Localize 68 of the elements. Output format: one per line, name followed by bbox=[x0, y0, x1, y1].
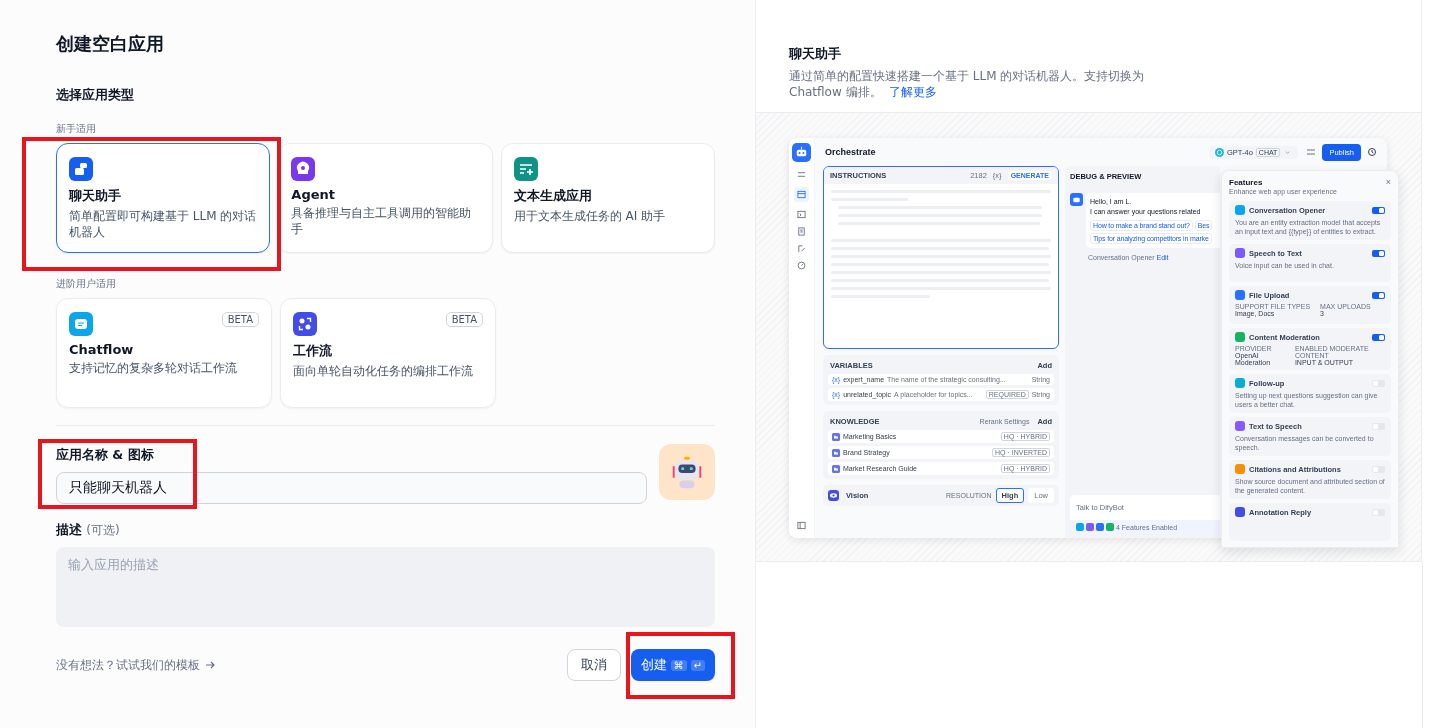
gauge-icon[interactable] bbox=[797, 261, 806, 270]
settings-icon[interactable] bbox=[1306, 147, 1317, 157]
group-label: 新手适用 bbox=[56, 122, 97, 136]
app-name-field[interactable]: 只能聊天机器人 bbox=[56, 472, 647, 504]
card-description: 具备推理与自主工具调用的智能助手 bbox=[291, 205, 473, 237]
app-icon-button[interactable] bbox=[659, 444, 715, 500]
optional-hint: (可选) bbox=[86, 523, 120, 537]
card-title: 聊天助手 bbox=[69, 187, 122, 205]
folder-icon bbox=[832, 448, 840, 457]
info-description: 通过简单的配置快速搭建一个基于 LLM 的对话机器人。支持切换为 Chatflow 编排。 了解更多 bbox=[789, 68, 1146, 100]
feature-toggle[interactable] bbox=[1372, 249, 1385, 257]
beta-badge: BETA bbox=[221, 312, 259, 327]
eye-icon bbox=[828, 490, 839, 501]
feature-toggle[interactable] bbox=[1372, 379, 1385, 387]
feature-toggle[interactable] bbox=[1372, 291, 1385, 299]
app-type-card[interactable]: 文本生成应用 用于文本生成任务的 AI 助手 bbox=[500, 143, 715, 253]
shortcut-key: ⌘ bbox=[670, 659, 687, 671]
sliders-icon[interactable] bbox=[797, 170, 806, 179]
field-label: 描述 bbox=[56, 522, 82, 537]
card-description: 面向单轮自动化任务的编排工作流 bbox=[293, 363, 474, 379]
card-title: Chatflow bbox=[69, 342, 135, 357]
history-icon[interactable] bbox=[1367, 147, 1377, 157]
page-title: 创建空白应用 bbox=[56, 32, 165, 56]
model-logo-icon bbox=[1215, 147, 1224, 157]
template-link[interactable]: 没有想法？试试我们的模板 bbox=[56, 656, 216, 674]
edit-icon[interactable] bbox=[797, 244, 806, 253]
cancel-button[interactable]: 取消 bbox=[566, 649, 621, 681]
feature-toggle[interactable] bbox=[1372, 422, 1385, 430]
robot-logo-icon bbox=[792, 143, 811, 162]
beta-badge: BETA bbox=[445, 312, 483, 327]
folder-icon bbox=[832, 464, 840, 473]
feature-toggle[interactable] bbox=[1372, 206, 1385, 214]
card-title: Agent bbox=[291, 187, 336, 202]
feature-toggle[interactable] bbox=[1372, 465, 1385, 473]
field-label: 应用名称 & 图标 bbox=[56, 447, 155, 464]
card-title: 工作流 bbox=[293, 342, 333, 360]
card-description: 简单配置即可构建基于 LLM 的对话机器人 bbox=[69, 208, 258, 240]
create-button[interactable]: 创建 ⌘ ↵ bbox=[630, 649, 715, 681]
feature-toggle[interactable] bbox=[1372, 333, 1385, 341]
description-field[interactable]: 输入应用的描述 bbox=[56, 547, 715, 627]
app-type-card[interactable]: BETA 工作流 面向单轮自动化任务的编排工作流 bbox=[280, 298, 496, 408]
chat-type-icon bbox=[69, 157, 93, 181]
document-icon[interactable] bbox=[797, 227, 806, 236]
chatflow-type-icon bbox=[69, 312, 93, 336]
folder-icon bbox=[832, 432, 840, 441]
info-title: 聊天助手 bbox=[789, 45, 842, 63]
app-type-card[interactable]: BETA Chatflow 支持记忆的复杂多轮对话工作流 bbox=[56, 298, 272, 408]
agent-type-icon bbox=[291, 157, 316, 181]
group-label: 进阶用户适用 bbox=[56, 277, 117, 291]
section-label: 选择应用类型 bbox=[56, 86, 135, 104]
card-title: 文本生成应用 bbox=[513, 187, 593, 205]
window-icon[interactable] bbox=[794, 187, 809, 202]
shortcut-key: ↵ bbox=[690, 659, 705, 671]
app-type-card[interactable]: Agent 具备推理与自主工具调用的智能助手 bbox=[278, 143, 493, 253]
close-button[interactable]: × bbox=[1385, 177, 1391, 187]
orchestrate-title: Orchestrate bbox=[825, 147, 876, 157]
app-type-card[interactable]: 聊天助手 简单配置即可构建基于 LLM 的对话机器人 bbox=[56, 143, 271, 253]
features-title: Features bbox=[1229, 177, 1263, 187]
bot-avatar-icon bbox=[1070, 193, 1083, 206]
arrow-right-icon bbox=[204, 659, 216, 671]
workflow-type-icon bbox=[293, 312, 317, 336]
sidebar-toggle-icon[interactable] bbox=[797, 521, 806, 530]
feature-toggle[interactable] bbox=[1372, 508, 1385, 516]
terminal-icon[interactable] bbox=[797, 210, 806, 219]
card-description: 用于文本生成任务的 AI 助手 bbox=[513, 208, 667, 224]
text-type-icon bbox=[513, 157, 538, 181]
card-description: 支持记忆的复杂多轮对话工作流 bbox=[69, 360, 238, 376]
learn-more-link[interactable]: 了解更多 bbox=[889, 85, 938, 99]
